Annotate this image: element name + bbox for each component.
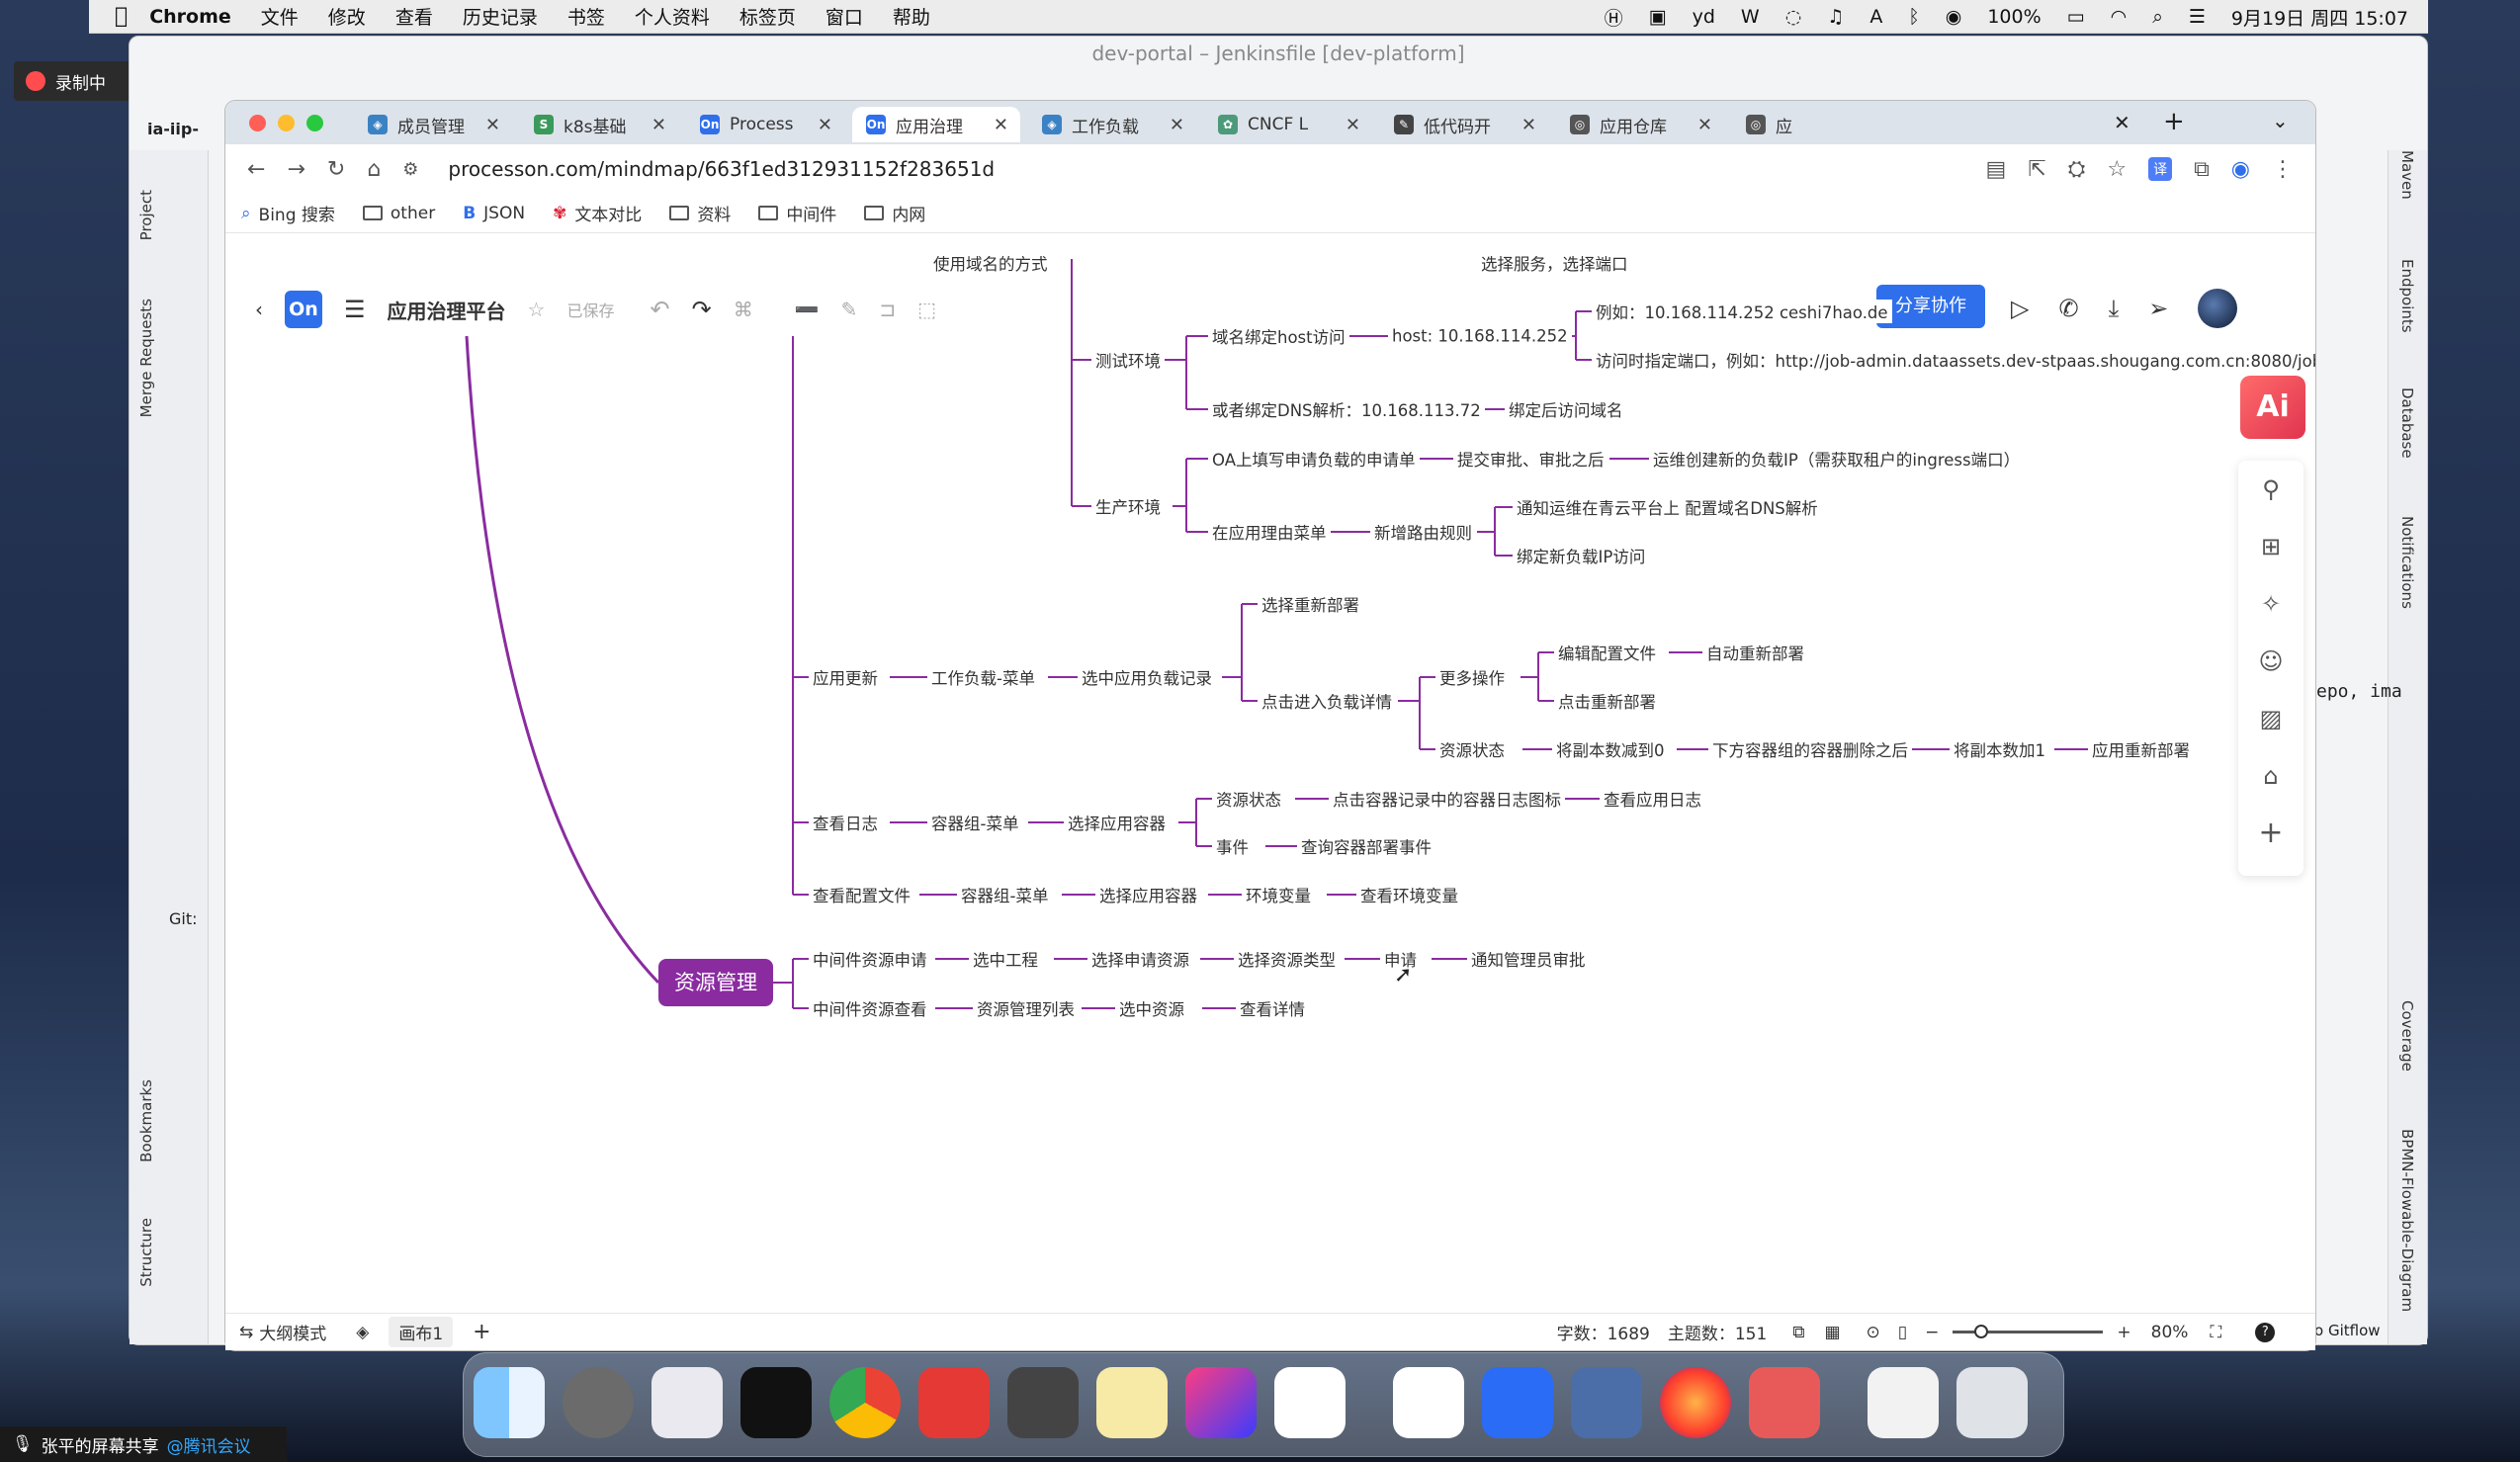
editor-status-bar: ⇆ 大纲模式 ◈ 画布1 + 字数：1689 主题数：151 ⧉ ▦ ⊙ ▯ −… <box>225 1313 2315 1350</box>
node-pod-menu[interactable]: 容器组-菜单 <box>927 811 1023 834</box>
node-root-resource-mgmt[interactable]: 资源管理 <box>658 959 773 1006</box>
microphone-icon: 🎙 <box>12 1434 34 1454</box>
node-env-var[interactable]: 环境变量 <box>1242 883 1315 906</box>
node-click-redeploy[interactable]: 点击重新部署 <box>1554 689 1660 713</box>
node-prod-env[interactable]: 生产环境 <box>1091 494 1165 518</box>
intellij-icon[interactable] <box>1185 1367 1257 1438</box>
layers-icon[interactable]: ◈ <box>356 1323 369 1342</box>
node-example-host[interactable]: 例如：10.168.114.252 ceshi7hao.de <box>1592 300 1892 323</box>
screen-share-footer: 🎙 张平的屏幕共享 @腾讯会议 <box>0 1426 287 1462</box>
node-event[interactable]: 事件 <box>1212 834 1253 858</box>
node-view-detail[interactable]: 查看详情 <box>1236 996 1309 1020</box>
youdao-icon[interactable] <box>918 1367 990 1438</box>
system-settings-icon[interactable] <box>563 1367 634 1438</box>
chrome-icon[interactable] <box>829 1367 901 1438</box>
h-app-icon[interactable] <box>1749 1367 1820 1438</box>
node-select-container-2[interactable]: 选择应用容器 <box>1095 883 1201 906</box>
node-ops-create-ip[interactable]: 运维创建新的负载IP（需获取租户的ingress端口） <box>1649 447 2025 471</box>
node-select-redeploy[interactable]: 选择重新部署 <box>1258 592 1363 616</box>
node-scale-one[interactable]: 将副本数加1 <box>1950 737 2049 761</box>
notes-icon[interactable] <box>1096 1367 1168 1438</box>
canvas-tab[interactable]: 画布1 <box>389 1317 454 1347</box>
terminal-icon[interactable] <box>740 1367 812 1438</box>
share-app-label: @腾讯会议 <box>166 1436 251 1457</box>
node-oa-apply[interactable]: OA上填写申请负载的申请单 <box>1208 447 1420 471</box>
screen-icon[interactable] <box>1571 1367 1642 1438</box>
zoom-out-icon[interactable]: − <box>1925 1323 1939 1342</box>
node-resource-status[interactable]: 资源状态 <box>1435 737 1509 761</box>
node-port-partial[interactable]: 选择服务，选择端口 <box>1477 251 1632 275</box>
launchpad-icon[interactable] <box>652 1367 723 1438</box>
node-query-event[interactable]: 查询容器部署事件 <box>1297 834 1435 858</box>
zoom-slider-handle[interactable] <box>1974 1325 1989 1338</box>
node-route-menu[interactable]: 在应用理由菜单 <box>1208 520 1331 544</box>
node-enter-detail[interactable]: 点击进入负载详情 <box>1258 689 1396 713</box>
node-click-log-icon[interactable]: 点击容器记录中的容器日志图标 <box>1329 787 1565 811</box>
node-dns[interactable]: 或者绑定DNS解析：10.168.113.72 <box>1208 397 1485 421</box>
node-mw-view[interactable]: 中间件资源查看 <box>809 996 931 1020</box>
wps-icon[interactable] <box>1393 1367 1464 1438</box>
layout-icon[interactable]: ▦ <box>1824 1323 1840 1342</box>
share-owner-label: 张平的屏幕共享 <box>41 1436 159 1457</box>
node-res-list[interactable]: 资源管理列表 <box>973 996 1079 1020</box>
help-icon[interactable]: ? <box>2255 1322 2276 1342</box>
tencent-meeting-icon[interactable] <box>1274 1367 1346 1438</box>
node-select-container[interactable]: 选择应用容器 <box>1064 811 1170 834</box>
outline-mode-button[interactable]: 大纲模式 <box>259 1320 326 1344</box>
node-test-env[interactable]: 测试环境 <box>1091 348 1165 372</box>
mindmap-connectors <box>465 259 2088 1009</box>
node-test-host[interactable]: 域名绑定host访问 <box>1208 324 1349 348</box>
node-more-ops[interactable]: 更多操作 <box>1435 665 1509 689</box>
book-icon[interactable]: ▯ <box>1898 1323 1907 1342</box>
node-app-redeploy[interactable]: 应用重新部署 <box>2088 737 2194 761</box>
node-select-res[interactable]: 选中资源 <box>1115 996 1188 1020</box>
mouse-cursor-icon: ➚ <box>1394 963 1413 988</box>
locate-icon[interactable]: ⊙ <box>1867 1323 1880 1342</box>
word-count: 字数：1689 <box>1556 1325 1650 1344</box>
node-approve[interactable]: 提交审批、审批之后 <box>1453 447 1608 471</box>
node-resource-status-2[interactable]: 资源状态 <box>1212 787 1285 811</box>
node-new-route[interactable]: 新增路由规则 <box>1370 520 1476 544</box>
node-view-env[interactable]: 查看环境变量 <box>1356 883 1462 906</box>
node-domain-partial[interactable]: 使用域名的方式 <box>929 251 1052 275</box>
lark-icon[interactable] <box>1482 1367 1553 1438</box>
node-select-project[interactable]: 选中工程 <box>969 947 1042 971</box>
node-dns-after[interactable]: 绑定后访问域名 <box>1505 397 1627 421</box>
node-after-delete[interactable]: 下方容器组的容器删除之后 <box>1708 737 1912 761</box>
node-host-ip[interactable]: host: 10.168.114.252 <box>1388 326 1572 346</box>
node-pod-menu-2[interactable]: 容器组-菜单 <box>957 883 1053 906</box>
node-view-log[interactable]: 查看日志 <box>809 811 882 834</box>
node-select-workload[interactable]: 选中应用负载记录 <box>1078 665 1216 689</box>
zoom-slider[interactable] <box>1953 1325 2104 1338</box>
txt-file-icon[interactable] <box>1868 1367 1939 1438</box>
node-view-app-log[interactable]: 查看应用日志 <box>1600 787 1705 811</box>
node-app-update[interactable]: 应用更新 <box>809 665 882 689</box>
node-bind-new-ip[interactable]: 绑定新负载IP访问 <box>1513 544 1650 567</box>
fit-icon[interactable]: ⧉ <box>1792 1323 1804 1342</box>
node-notify-admin[interactable]: 通知管理员审批 <box>1467 947 1590 971</box>
firefox-icon[interactable] <box>1660 1367 1731 1438</box>
finder-icon[interactable] <box>474 1367 545 1438</box>
add-canvas-icon[interactable]: + <box>473 1320 490 1344</box>
node-view-config[interactable]: 查看配置文件 <box>809 883 914 906</box>
topic-count: 主题数：151 <box>1667 1325 1768 1344</box>
node-mw-apply[interactable]: 中间件资源申请 <box>809 947 931 971</box>
trash-icon[interactable] <box>1956 1367 2028 1438</box>
node-auto-redeploy[interactable]: 自动重新部署 <box>1702 641 1808 664</box>
node-example-port[interactable]: 访问时指定端口，例如：http://job-admin.dataassets.d… <box>1592 348 2315 372</box>
sublime-icon[interactable] <box>1007 1367 1079 1438</box>
fullscreen-icon[interactable]: ⛶ <box>2210 1323 2221 1342</box>
node-edit-config[interactable]: 编辑配置文件 <box>1554 641 1660 664</box>
node-workload-menu[interactable]: 工作负载-菜单 <box>927 665 1039 689</box>
zoom-in-icon[interactable]: + <box>2117 1323 2130 1342</box>
macos-dock <box>463 1352 2064 1457</box>
node-select-res-type[interactable]: 选择资源类型 <box>1234 947 1340 971</box>
node-notify-ops-dns[interactable]: 通知运维在青云平台上 配置域名DNS解析 <box>1513 495 1822 519</box>
zoom-level[interactable]: 80% <box>2151 1323 2189 1342</box>
node-select-apply-res[interactable]: 选择申请资源 <box>1087 947 1193 971</box>
node-scale-zero[interactable]: 将副本数减到0 <box>1552 737 1669 761</box>
outline-icon: ⇆ <box>239 1322 254 1342</box>
